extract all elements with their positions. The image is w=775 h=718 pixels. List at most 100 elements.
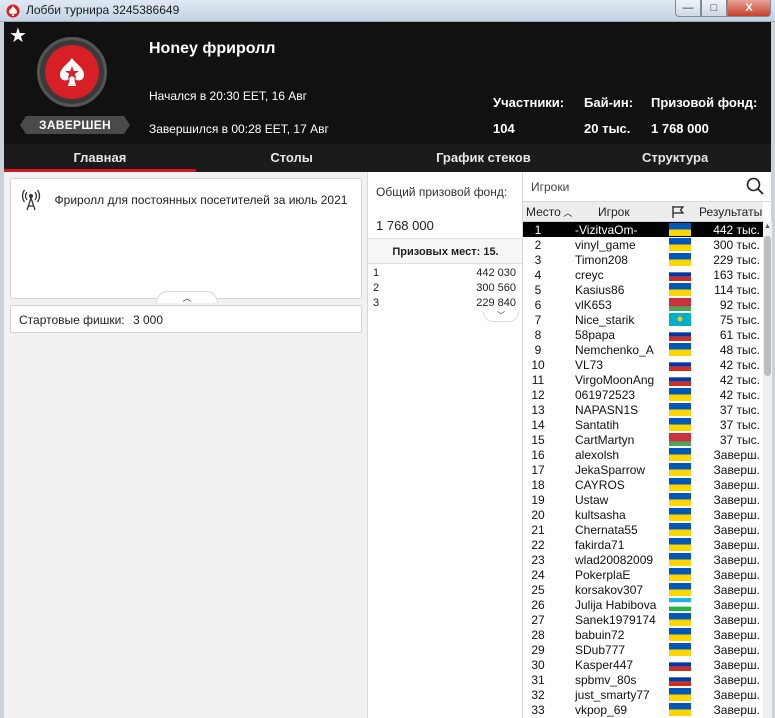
country-flag-icon	[669, 358, 691, 371]
player-row[interactable]: 23 wlad20082009 Заверш.	[523, 552, 763, 567]
player-result: Заверш.	[713, 643, 760, 657]
player-row[interactable]: 8 58papa 61 тыс.	[523, 327, 763, 342]
player-name: fakirda71	[575, 538, 625, 552]
player-row[interactable]: 5 Kasius86 114 тыс.	[523, 282, 763, 297]
player-row[interactable]: 32 just_smarty77 Заверш.	[523, 687, 763, 702]
player-result: 114 тыс.	[714, 283, 760, 297]
player-result: 442 тыс.	[713, 223, 760, 237]
player-place: 17	[531, 463, 545, 477]
starting-chips-row: Стартовые фишки: 3 000	[10, 305, 362, 333]
expand-prizes-button[interactable]: ﹀	[483, 312, 519, 322]
player-row[interactable]: 12 061972523 42 тыс.	[523, 387, 763, 402]
player-row[interactable]: 1 -VizitvaOm- 442 тыс.	[523, 222, 763, 237]
search-icon[interactable]	[746, 177, 764, 195]
player-name: VL73	[575, 358, 604, 372]
player-name: wlad20082009	[575, 553, 654, 567]
scroll-up-icon[interactable]: ▲	[763, 222, 772, 232]
player-row[interactable]: 31 spbmv_80s Заверш.	[523, 672, 763, 687]
player-row[interactable]: 20 kultsasha Заверш.	[523, 507, 763, 522]
player-row[interactable]: 18 CAYROS Заверш.	[523, 477, 763, 492]
player-row[interactable]: 24 PokerplaE Заверш.	[523, 567, 763, 582]
country-flag-icon	[669, 478, 691, 491]
close-button[interactable]: X	[727, 0, 771, 17]
player-name: vinyl_game	[575, 238, 636, 252]
player-row[interactable]: 21 Chernata55 Заверш.	[523, 522, 763, 537]
column-results[interactable]: Результаты	[699, 205, 762, 219]
player-row[interactable]: 28 babuin72 Заверш.	[523, 627, 763, 642]
player-result: Заверш.	[713, 538, 760, 552]
prize-pool-label: Призовой фонд:	[651, 95, 758, 110]
player-place: 11	[531, 373, 545, 387]
country-flag-icon	[669, 493, 691, 506]
player-name: NAPASN1S	[575, 403, 639, 417]
player-row[interactable]: 7 Nice_starik 75 тыс.	[523, 312, 763, 327]
player-result: 229 тыс.	[713, 253, 760, 267]
player-place: 5	[534, 283, 542, 297]
player-row[interactable]: 9 Nemchenko_A 48 тыс.	[523, 342, 763, 357]
country-flag-icon	[669, 628, 691, 641]
player-row[interactable]: 13 NAPASN1S 37 тыс.	[523, 402, 763, 417]
player-name: PokerplaE	[575, 568, 631, 582]
player-row[interactable]: 33 vkpop_69 Заверш.	[523, 702, 763, 717]
player-row[interactable]: 30 Kasper447 Заверш.	[523, 657, 763, 672]
scrollbar-thumb[interactable]	[764, 236, 771, 376]
tab-structure[interactable]: Структура	[579, 144, 771, 172]
country-flag-icon	[669, 448, 691, 461]
minimize-button[interactable]: —	[675, 0, 701, 17]
player-row[interactable]: 4 creyc 163 тыс.	[523, 267, 763, 282]
player-place: 33	[531, 703, 545, 717]
player-row[interactable]: 19 Ustaw Заверш.	[523, 492, 763, 507]
expand-description-button[interactable]: ︿	[156, 291, 218, 303]
tab-main[interactable]: Главная	[4, 144, 196, 172]
player-row[interactable]: 6 vlK653 92 тыс.	[523, 297, 763, 312]
column-place[interactable]: Место ︿	[526, 205, 572, 219]
player-row[interactable]: 22 fakirda71 Заверш.	[523, 537, 763, 552]
tab-tables[interactable]: Столы	[196, 144, 388, 172]
player-result: Заверш.	[713, 508, 760, 522]
player-row[interactable]: 15 CartMartyn 37 тыс.	[523, 432, 763, 447]
player-row[interactable]: 27 Sanek1979174 Заверш.	[523, 612, 763, 627]
player-row[interactable]: 26 Julija Habibova Заверш.	[523, 597, 763, 612]
player-name: 061972523	[575, 388, 636, 402]
player-name: alexolsh	[575, 448, 620, 462]
player-row[interactable]: 16 alexolsh Заверш.	[523, 447, 763, 462]
country-flag-icon	[669, 253, 691, 266]
column-player[interactable]: Игрок	[598, 205, 630, 219]
player-name: babuin72	[575, 628, 625, 642]
prize-row: 3 229 840	[368, 296, 523, 311]
country-flag-icon	[669, 463, 691, 476]
country-flag-icon	[669, 403, 691, 416]
country-flag-icon	[669, 373, 691, 386]
player-row[interactable]: 25 korsakov307 Заверш.	[523, 582, 763, 597]
player-row[interactable]: 14 Santatih 37 тыс.	[523, 417, 763, 432]
tab-stack-chart[interactable]: График стеков	[388, 144, 580, 172]
player-row[interactable]: 10 VL73 42 тыс.	[523, 357, 763, 372]
players-search[interactable]: Игроки	[523, 172, 772, 202]
player-result: Заверш.	[713, 493, 760, 507]
player-result: Заверш.	[713, 523, 760, 537]
favorite-star-icon[interactable]: ★	[9, 26, 27, 46]
player-name: Santatih	[575, 418, 620, 432]
country-flag-icon	[669, 673, 691, 686]
player-row[interactable]: 11 VirgoMoonAng 42 тыс.	[523, 372, 763, 387]
player-row[interactable]: 2 vinyl_game 300 тыс.	[523, 237, 763, 252]
player-row[interactable]: 17 JekaSparrow Заверш.	[523, 462, 763, 477]
player-row[interactable]: 3 Timon208 229 тыс.	[523, 252, 763, 267]
prize-place: 3	[373, 297, 380, 309]
window-title: Лобби турнира 3245386649	[26, 3, 180, 17]
players-scrollbar[interactable]: ▲	[763, 222, 772, 718]
player-result: 42 тыс.	[719, 373, 760, 387]
player-row[interactable]: 29 SDub777 Заверш.	[523, 642, 763, 657]
player-name: vkpop_69	[575, 703, 628, 717]
player-name: spbmv_80s	[575, 673, 637, 687]
country-flag-icon	[669, 223, 691, 236]
lobby-content: Фриролл для постоянных посетителей за ию…	[4, 172, 772, 718]
flag-column-icon[interactable]	[671, 205, 685, 219]
players-column: Игроки Место ︿ Игрок Результаты 1 -Vizitv…	[522, 172, 772, 718]
tournament-name: Honey фриролл	[149, 40, 276, 57]
maximize-button[interactable]: □	[701, 0, 727, 17]
player-name: Julija Habibova	[575, 598, 657, 612]
player-name: Kasper447	[575, 658, 634, 672]
players-table-header: Место ︿ Игрок Результаты	[523, 202, 763, 222]
country-flag-icon	[669, 643, 691, 656]
